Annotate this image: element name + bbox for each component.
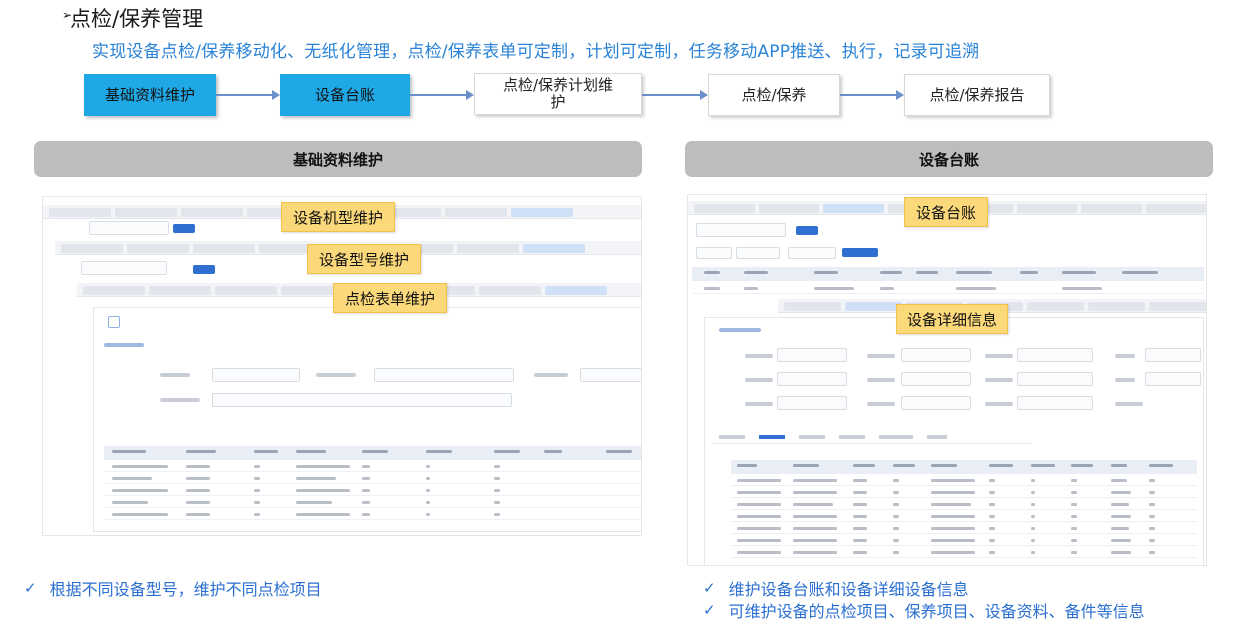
flow-arrow [642, 90, 708, 100]
detail-panel [704, 317, 1204, 565]
flow-step-equipment-ledger: 设备台账 [280, 74, 410, 116]
search-input [89, 221, 169, 235]
check-icon: ✓ [703, 579, 716, 597]
form-icon [108, 316, 120, 328]
flow-step-inspection: 点检/保养 [708, 74, 840, 116]
detail-tabs [711, 430, 1031, 444]
right-note-text: 维护设备台账和设备详细设备信息 [728, 580, 969, 599]
left-note-text: 根据不同设备型号，维护不同点检项目 [49, 580, 322, 599]
right-note-1: ✓ 维护设备台账和设备详细设备信息 [703, 576, 969, 600]
search-button [193, 265, 215, 274]
flow-step-report: 点检/保养报告 [904, 74, 1050, 116]
search-button [796, 226, 818, 235]
check-icon: ✓ [703, 601, 716, 619]
flow-step-label: 基础资料维护 [104, 85, 195, 104]
search-input [696, 223, 786, 237]
right-section-header: 设备台账 [685, 141, 1213, 177]
flow-step-label: 点检/保养 [741, 85, 807, 104]
page-title: 点检/保养管理 [70, 7, 204, 31]
flow-step-basic-data: 基础资料维护 [84, 74, 216, 116]
left-section-header: 基础资料维护 [34, 141, 642, 177]
flow-arrow [840, 90, 904, 100]
page-subtitle: 实现设备点检/保养移动化、无纸化管理，点检/保养表单可定制，计划可定制，任务移动… [92, 42, 980, 62]
flow-step-plan-maintenance: 点检/保养计划维护 [474, 73, 642, 115]
callout-equipment-detail: 设备详细信息 [896, 304, 1008, 334]
flow-arrow [216, 90, 280, 100]
callout-form-maintenance: 点检表单维护 [333, 283, 447, 313]
callout-type-maintenance: 设备型号维护 [307, 244, 421, 274]
callout-equipment-ledger: 设备台账 [904, 197, 988, 227]
flow-step-label: 点检/保养报告 [929, 85, 1025, 104]
flow-step-label: 点检/保养计划维护 [502, 76, 614, 111]
right-note-2: ✓ 可维护设备的点检项目、保养项目、设备资料、备件等信息 [703, 598, 1145, 622]
flow-arrow [410, 90, 474, 100]
left-note: ✓ 根据不同设备型号，维护不同点检项目 [24, 576, 322, 600]
flow-step-label: 设备台账 [314, 85, 375, 104]
search-button [173, 224, 195, 233]
right-note-text: 可维护设备的点检项目、保养项目、设备资料、备件等信息 [728, 602, 1145, 621]
search-input [81, 261, 167, 275]
left-screenshot: 设备机型维护 设备型号维护 点检表单维护 [42, 196, 642, 536]
form-panel [93, 307, 641, 532]
callout-model-maintenance: 设备机型维护 [281, 202, 395, 232]
check-icon: ✓ [24, 579, 37, 597]
right-screenshot: 设备台账 设备详细信息 [687, 194, 1207, 566]
